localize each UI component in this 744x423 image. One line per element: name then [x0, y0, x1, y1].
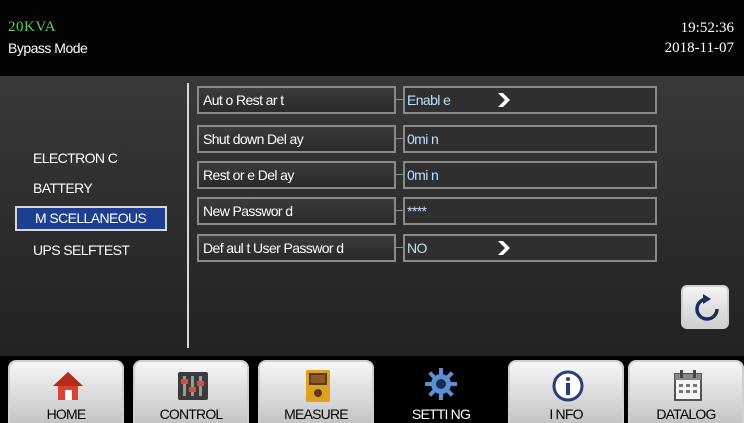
refresh-button[interactable]	[681, 285, 729, 329]
row-connector	[396, 210, 403, 211]
tab-label: SETTI NG	[411, 406, 471, 422]
tab-home[interactable]: HOME	[8, 360, 124, 423]
bottom-tab-bar: HOME CONTROL MEASURE SETTI NG I NFO DATA…	[0, 356, 744, 423]
setting-label: Shut down Del ay	[197, 125, 396, 153]
status-header: 20KVA Bypass Mode 19:52:36 2018-11-07	[0, 0, 744, 76]
setting-value-new-password[interactable]: ****	[403, 197, 657, 225]
ups-model-label: 20KVA	[8, 19, 57, 35]
setting-label: Rest or e Del ay	[197, 161, 396, 189]
setting-value-auto-restart[interactable]: Enabl e	[403, 86, 657, 114]
tab-label: MEASURE	[284, 406, 348, 422]
refresh-icon	[695, 294, 719, 321]
tab-datalog[interactable]: DATALOG	[628, 360, 744, 423]
tab-label: I NFO	[549, 406, 583, 422]
meter-icon	[306, 370, 330, 402]
setting-value-restore-delay[interactable]: 0mi n	[403, 161, 657, 189]
nav-item-battery[interactable]: BATTERY	[15, 176, 167, 201]
chevron-right-icon	[498, 93, 510, 107]
setting-label: New Passwor d	[197, 197, 396, 225]
setting-row-default-user-password: Def aul t User Passwor d NO	[197, 234, 657, 262]
nav-item-ups-selftest[interactable]: UPS SELFTEST	[15, 238, 167, 263]
setting-row-auto-restart: Aut o Rest ar t Enabl e	[197, 86, 657, 114]
info-icon	[552, 370, 584, 402]
setting-value-text: ****	[407, 203, 427, 219]
tab-control[interactable]: CONTROL	[133, 360, 249, 423]
setting-value-text: 0mi n	[407, 131, 439, 147]
row-connector	[396, 174, 403, 175]
clock-date: 2018-11-07	[664, 40, 734, 56]
tab-label: HOME	[46, 406, 87, 422]
nav-divider	[187, 83, 189, 348]
ups-mode-label: Bypass Mode	[8, 40, 88, 56]
chevron-right-icon	[498, 241, 510, 255]
setting-row-shutdown-delay: Shut down Del ay 0mi n	[197, 125, 657, 153]
settings-panel: ELECTRON C BATTERY M SCELLANEOUS UPS SEL…	[0, 76, 744, 356]
setting-value-text: Enabl e	[407, 92, 451, 108]
row-connector	[396, 99, 403, 100]
setting-value-text: 0mi n	[407, 167, 439, 183]
setting-label: Aut o Rest ar t	[197, 86, 396, 114]
tab-label: CONTROL	[159, 406, 224, 422]
home-icon	[53, 372, 83, 400]
setting-value-default-user-password[interactable]: NO	[403, 234, 657, 262]
nav-item-miscellaneous[interactable]: M SCELLANEOUS	[15, 206, 167, 231]
setting-value-shutdown-delay[interactable]: 0mi n	[403, 125, 657, 153]
nav-item-electronic[interactable]: ELECTRON C	[15, 146, 167, 171]
tab-measure[interactable]: MEASURE	[258, 360, 374, 423]
row-connector	[396, 247, 403, 248]
tab-info[interactable]: I NFO	[508, 360, 624, 423]
setting-value-text: NO	[407, 240, 427, 256]
calendar-icon	[674, 370, 702, 401]
sliders-icon	[178, 372, 208, 400]
row-connector	[396, 138, 403, 139]
setting-row-restore-delay: Rest or e Del ay 0mi n	[197, 161, 657, 189]
gear-icon	[425, 368, 457, 400]
setting-label: Def aul t User Passwor d	[197, 234, 396, 262]
setting-row-new-password: New Passwor d ****	[197, 197, 657, 225]
tab-label: DATALOG	[656, 406, 716, 422]
tab-setting[interactable]: SETTI NG	[383, 360, 499, 423]
clock-time: 19:52:36	[680, 20, 734, 36]
